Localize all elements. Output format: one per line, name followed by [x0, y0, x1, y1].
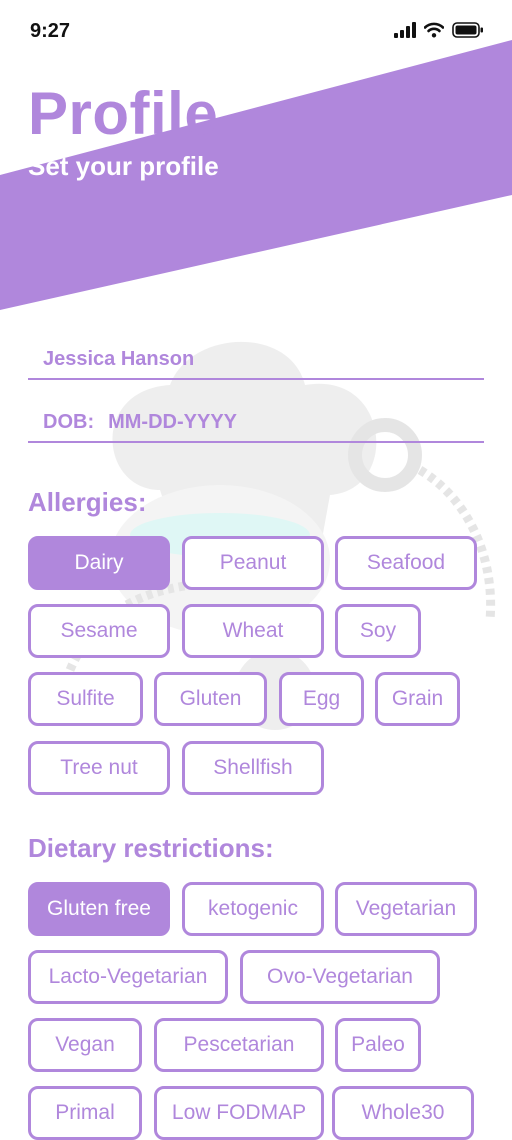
allergy-chip-sulfite[interactable]: Sulfite: [28, 672, 143, 726]
diet-chip-primal[interactable]: Primal: [28, 1086, 142, 1140]
page-subtitle: Set your profile: [28, 151, 219, 181]
allergy-chip-seafood[interactable]: Seafood: [335, 536, 477, 590]
diet-chip-vegetarian[interactable]: Vegetarian: [335, 882, 477, 936]
diet-chip-low-fodmap[interactable]: Low FODMAP: [154, 1086, 324, 1140]
dob-placeholder: MM-DD-YYYY: [108, 411, 237, 433]
allergy-chip-peanut[interactable]: Peanut: [182, 536, 324, 590]
battery-icon: [452, 22, 483, 38]
diet-chip-ketogenic[interactable]: ketogenic: [182, 882, 324, 936]
diet-chip-paleo[interactable]: Paleo: [335, 1018, 421, 1072]
dob-field-content: DOB: MM-DD-YYYY: [43, 411, 237, 434]
allergy-chip-wheat[interactable]: Wheat: [182, 604, 324, 658]
diet-chip-lacto-vegetarian[interactable]: Lacto-Vegetarian: [28, 950, 228, 1004]
allergy-chip-dairy[interactable]: Dairy: [28, 536, 170, 590]
allergies-heading: Allergies:: [28, 487, 147, 517]
allergy-chip-shellfish[interactable]: Shellfish: [182, 741, 324, 795]
status-icons: [394, 22, 484, 38]
dob-label: DOB:: [43, 411, 95, 433]
allergy-chip-tree-nut[interactable]: Tree nut: [28, 741, 170, 795]
allergy-chip-grain[interactable]: Grain: [375, 672, 460, 726]
diet-chip-gluten-free[interactable]: Gluten free: [28, 882, 170, 936]
status-time: 9:27: [30, 20, 71, 42]
diet-chip-pescetarian[interactable]: Pescetarian: [154, 1018, 324, 1072]
page-title: Profile: [28, 80, 219, 147]
allergy-chip-gluten[interactable]: Gluten: [154, 672, 267, 726]
allergy-chip-sesame[interactable]: Sesame: [28, 604, 170, 658]
dob-field[interactable]: DOB: MM-DD-YYYY: [28, 397, 484, 443]
name-field[interactable]: Jessica Hanson: [28, 334, 484, 380]
diet-chip-vegan[interactable]: Vegan: [28, 1018, 142, 1072]
allergy-chip-egg[interactable]: Egg: [279, 672, 364, 726]
dietary-restrictions-heading: Dietary restrictions:: [28, 833, 274, 863]
wifi-icon: [424, 22, 444, 38]
allergy-chip-soy[interactable]: Soy: [335, 604, 421, 658]
diet-chip-whole30[interactable]: Whole30: [332, 1086, 474, 1140]
signal-icon: [394, 22, 416, 38]
name-value: Jessica Hanson: [43, 348, 195, 370]
status-bar: 9:27: [0, 0, 512, 64]
diet-chip-ovo-vegetarian[interactable]: Ovo-Vegetarian: [240, 950, 440, 1004]
